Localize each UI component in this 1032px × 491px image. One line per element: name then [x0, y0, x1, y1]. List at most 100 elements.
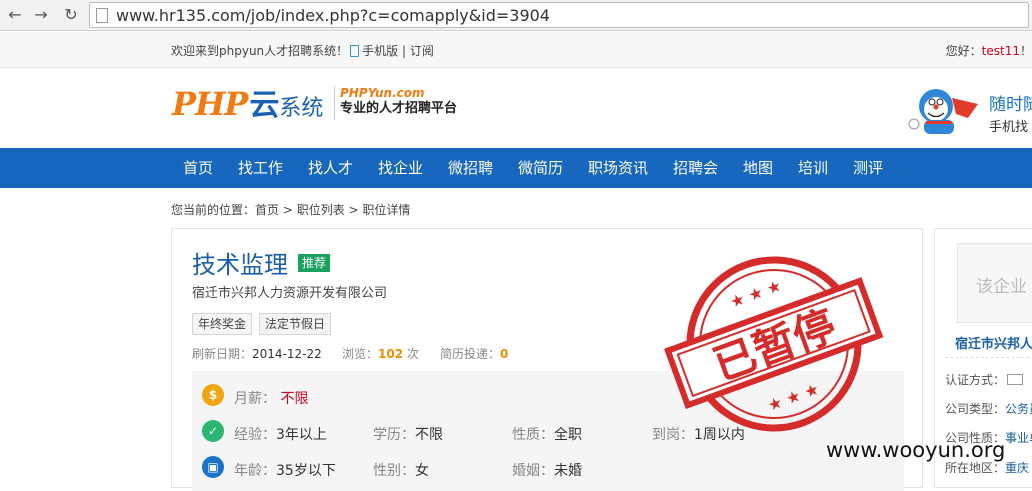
divider [945, 357, 1032, 358]
username-link[interactable]: test11 [982, 44, 1020, 58]
job-title: 技术监理 [192, 251, 288, 279]
education-field: 学历：不限 [373, 424, 443, 444]
sidebar-company-name[interactable]: 宿迁市兴邦人 [955, 333, 1032, 352]
marriage-field: 婚姻：未婚 [512, 460, 582, 480]
region-value: 重庆 [1005, 461, 1030, 475]
watermark: www.wooyun.org [826, 438, 1006, 462]
benefit-tag: 法定节假日 [259, 313, 332, 335]
company-name-link[interactable]: 宿迁市兴邦人力资源开发有限公司 [192, 282, 387, 301]
breadcrumb: 您当前的位置：首页 > 职位列表 > 职位详情 [171, 201, 410, 218]
age-label: 年龄： [234, 463, 276, 479]
user-greeting: 您好：test11！ [946, 42, 1032, 59]
education-value: 不限 [415, 427, 443, 443]
nav-item-find-company[interactable]: 找企业 [378, 148, 423, 188]
email-cert-icon [1007, 374, 1024, 385]
nature-value: 全职 [554, 427, 582, 443]
views-value: 102 [378, 347, 404, 361]
mobile-link[interactable]: 手机版 [362, 44, 398, 58]
marriage-label: 婚姻： [512, 463, 554, 479]
page-icon [96, 8, 108, 23]
company-type-value: 公务员 [1005, 402, 1032, 416]
logo-tagline: PHPYun.com 专业的人才招聘平台 [334, 86, 457, 120]
refresh-label: 刷新日期： [192, 347, 253, 361]
nav-item-training[interactable]: 培训 [798, 148, 828, 188]
logo-php: PHP [172, 85, 248, 123]
personal-row: ▣ 年龄：35岁以下 性别：女 婚姻：未婚 [192, 451, 904, 485]
nav-item-find-talent[interactable]: 找人才 [308, 148, 353, 188]
nav-item-assessment[interactable]: 测评 [853, 148, 883, 188]
company-nature-value: 事业单 [1005, 431, 1032, 445]
company-type-label: 公司类型： [945, 402, 1006, 416]
age-field: 年龄：35岁以下 [234, 460, 336, 480]
experience-label: 经验： [234, 427, 276, 443]
paused-stamp: ★ ★ ★ ★ ★ ★ 已暂停 [664, 256, 884, 432]
company-logo-placeholder: 该企业 [957, 243, 1032, 323]
mobile-phone-icon [350, 45, 360, 57]
main-nav: 首页 找工作 找人才 找企业 微招聘 微简历 职场资讯 招聘会 地图 培训 测评 [0, 148, 1032, 188]
company-type-field: 公司类型：公务员 [945, 400, 1032, 417]
experience-value: 3年以上 [276, 427, 327, 443]
greeting-end: ！ [1019, 44, 1032, 58]
recommended-badge: 推荐 [298, 254, 331, 272]
reload-icon[interactable]: ↻ [60, 4, 82, 26]
logo-system: 系统 [279, 96, 324, 121]
breadcrumb-sep: > [344, 203, 363, 217]
svg-text:★ ★ ★: ★ ★ ★ [765, 379, 821, 415]
application-count: 简历投递：0 [440, 345, 508, 362]
welcome-area: 欢迎来到phpyun人才招聘系统！ 手机版 | 订阅 [171, 42, 434, 59]
gender-label: 性别： [373, 463, 415, 479]
benefit-tag: 年终奖金 [192, 313, 253, 335]
logo-site: PHPYun.com [340, 86, 425, 100]
dollar-icon: $ [202, 384, 224, 406]
nav-item-home[interactable]: 首页 [183, 148, 213, 188]
site-topbar: 欢迎来到phpyun人才招聘系统！ 手机版 | 订阅 您好：test11！ [0, 32, 1032, 68]
header-promo-sub: 手机找 [989, 120, 1029, 135]
greeting-text: 您好： [945, 44, 982, 58]
views-unit: 次 [403, 347, 419, 361]
superhero-mascot-icon [908, 89, 978, 134]
nav-item-find-job[interactable]: 找工作 [238, 148, 283, 188]
topbar-separator: | [402, 44, 407, 58]
view-count: 浏览：102 次 [342, 345, 419, 362]
nature-field: 性质：全职 [512, 424, 582, 444]
region-label: 所在地区： [945, 461, 1006, 475]
cert-field: 认证方式： [945, 371, 1024, 388]
breadcrumb-job-list[interactable]: 职位列表 [297, 203, 345, 217]
nav-item-wechat-resume[interactable]: 微简历 [518, 148, 563, 188]
nav-item-job-fair[interactable]: 招聘会 [673, 148, 718, 188]
nav-item-wechat-jobs[interactable]: 微招聘 [448, 148, 493, 188]
cert-label: 认证方式： [945, 373, 1006, 387]
welcome-text: 欢迎来到phpyun人才招聘系统！ [171, 44, 349, 58]
views-label: 浏览： [342, 347, 379, 361]
logo-yun: 云 [249, 88, 280, 123]
salary-label: 月薪： [234, 391, 276, 407]
address-bar[interactable]: www.hr135.com/job/index.php?c=comapply&i… [89, 2, 1029, 28]
breadcrumb-sep: > [279, 203, 297, 217]
breadcrumb-home[interactable]: 首页 [255, 203, 279, 217]
logo-slogan: 专业的人才招聘平台 [340, 101, 458, 116]
salary-field: 月薪： 不限 [234, 388, 308, 408]
gender-value: 女 [415, 463, 429, 479]
marriage-value: 未婚 [554, 463, 582, 479]
applications-label: 简历投递： [440, 347, 501, 361]
gender-field: 性别：女 [373, 460, 429, 480]
applications-value: 0 [500, 347, 509, 361]
briefcase-icon: ▣ [202, 456, 224, 478]
refresh-date: 刷新日期：2014-12-22 [192, 345, 322, 362]
url-text[interactable]: www.hr135.com/job/index.php?c=comapply&i… [116, 6, 550, 25]
nav-item-map[interactable]: 地图 [743, 148, 773, 188]
back-arrow-icon[interactable]: ← [4, 4, 26, 26]
subscribe-link[interactable]: 订阅 [410, 44, 434, 58]
experience-field: 经验：3年以上 [234, 424, 327, 444]
nature-label: 性质： [512, 427, 554, 443]
salary-value: 不限 [280, 391, 309, 407]
forward-arrow-icon[interactable]: → [30, 4, 52, 26]
logo-placeholder-text: 该企业 [976, 277, 1027, 297]
breadcrumb-current: 职位详情 [362, 203, 411, 217]
age-value: 35岁以下 [276, 463, 336, 479]
site-logo[interactable]: PHP云系统 [172, 80, 323, 124]
breadcrumb-prefix: 您当前的位置： [171, 203, 256, 217]
nav-item-news[interactable]: 职场资讯 [588, 148, 648, 188]
refresh-value: 2014-12-22 [252, 347, 322, 361]
education-label: 学历： [373, 427, 415, 443]
